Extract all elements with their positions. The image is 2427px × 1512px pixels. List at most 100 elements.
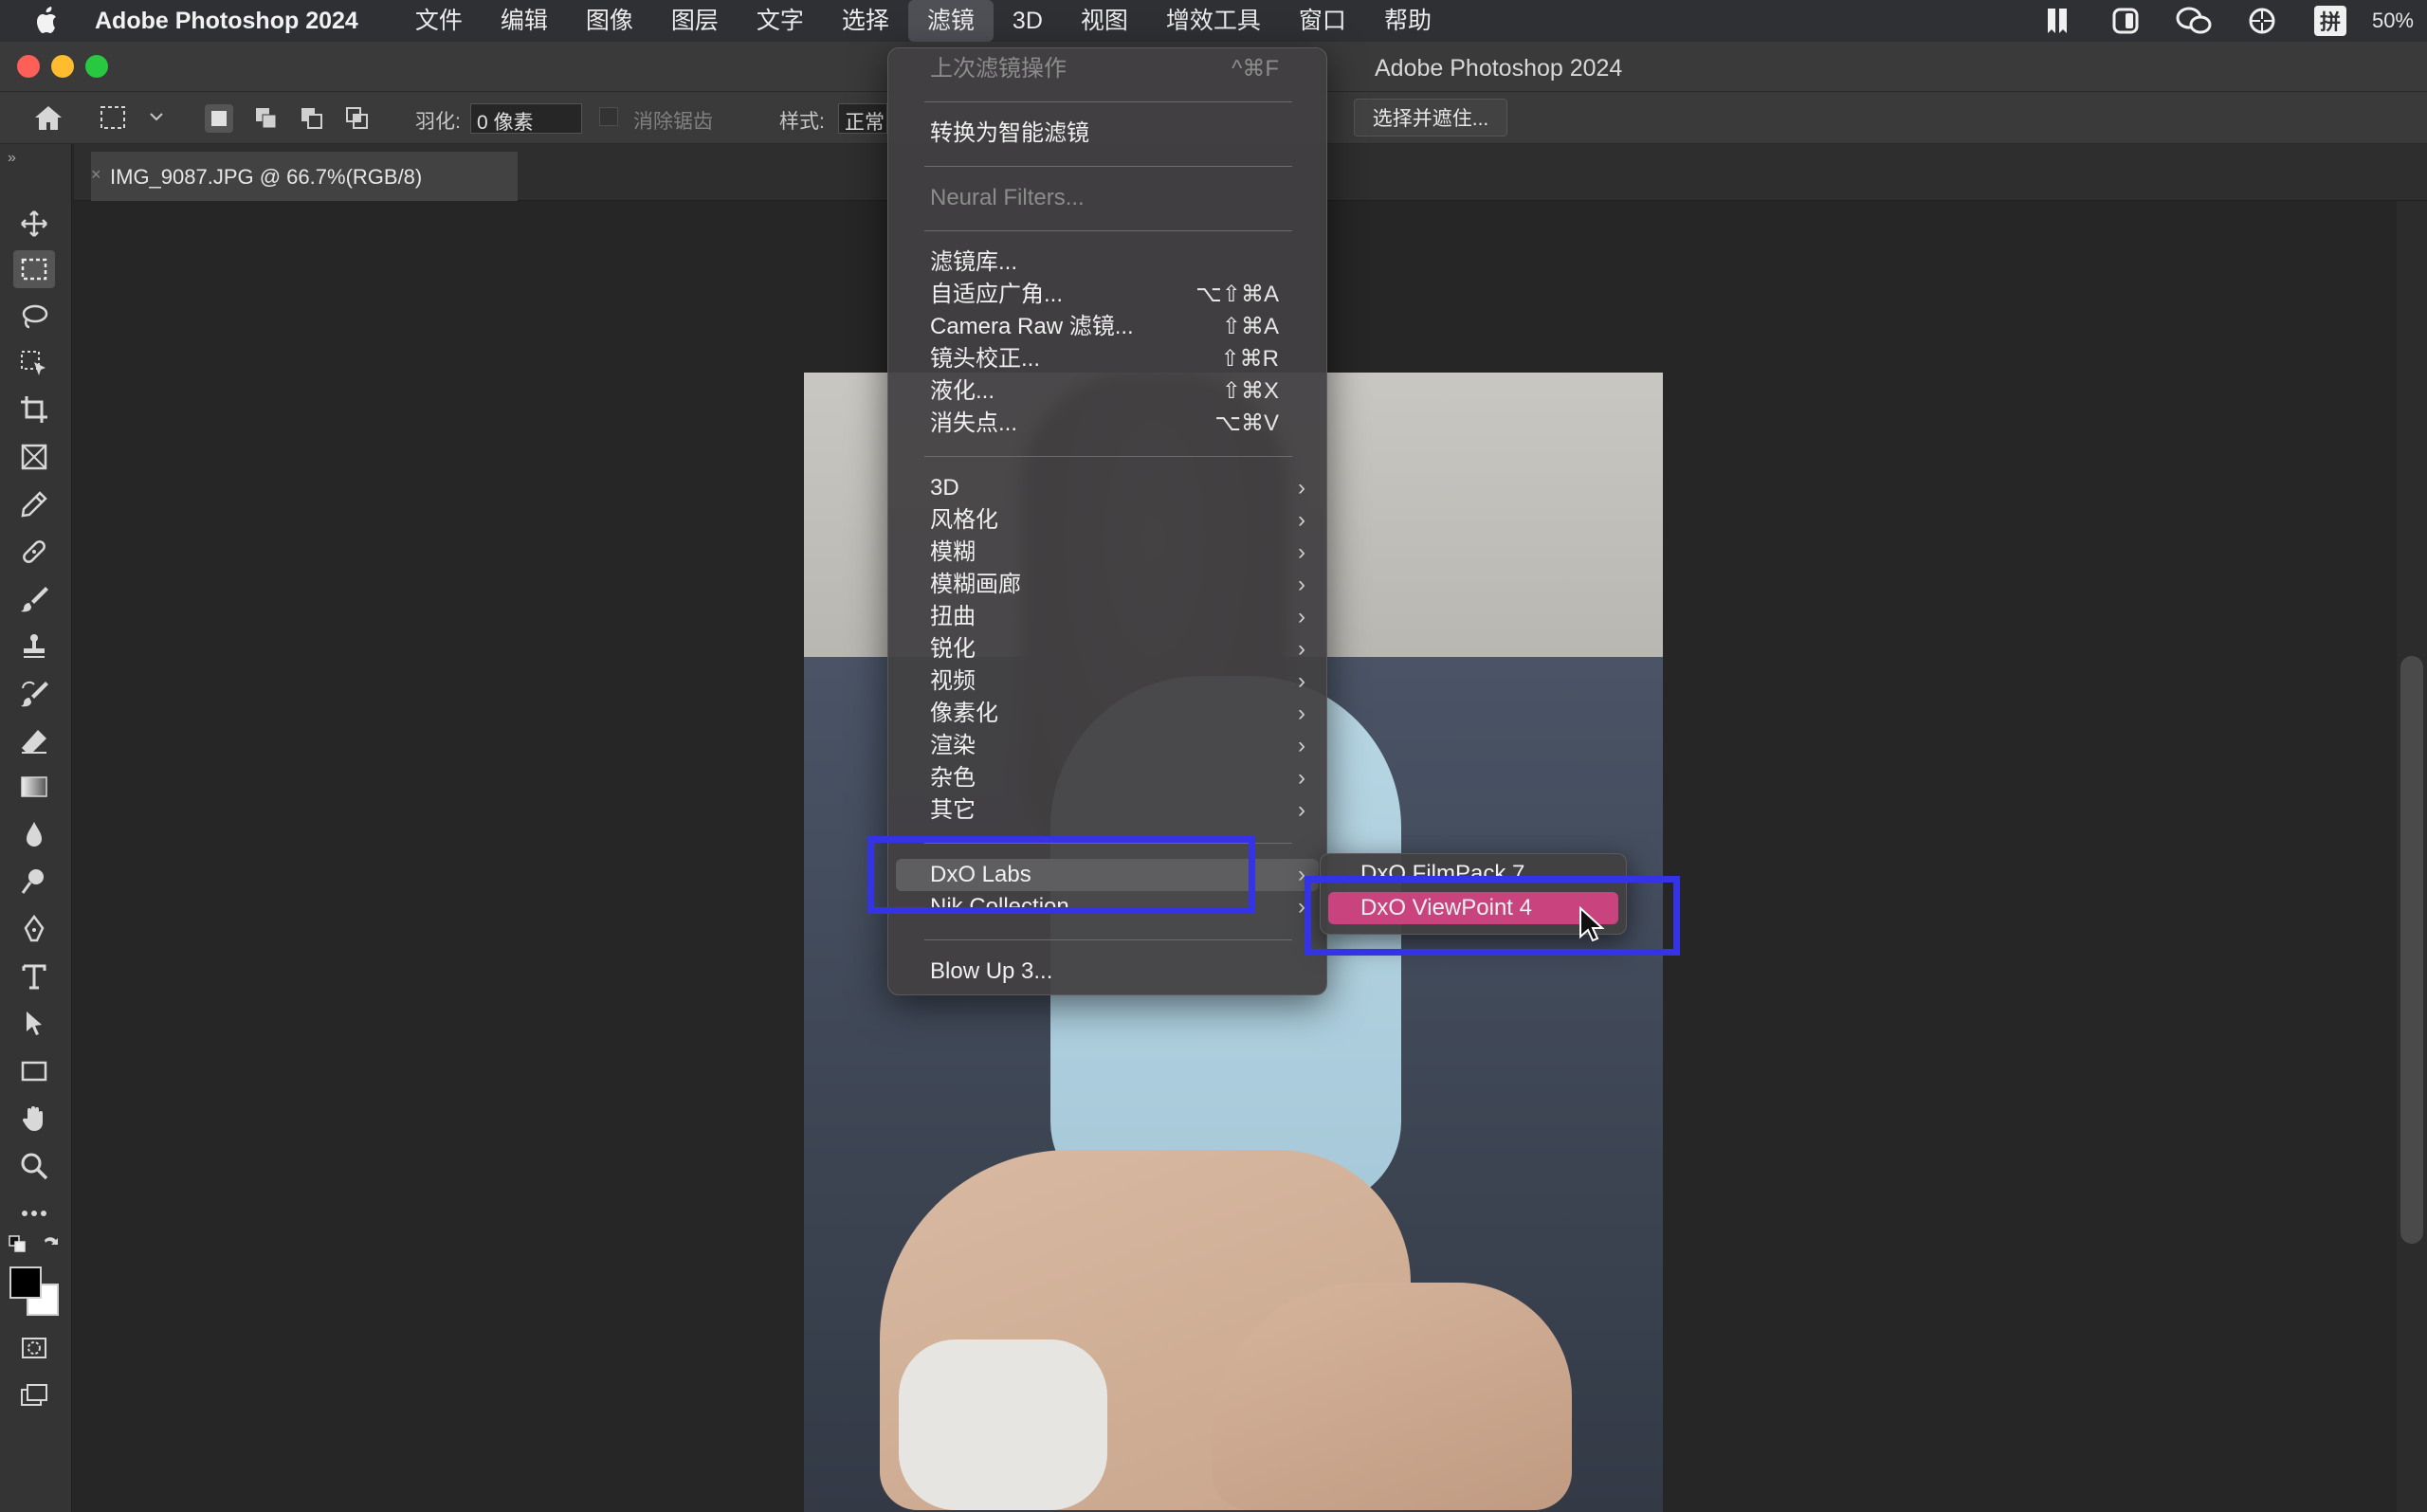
chevron-right-icon: › [1298, 636, 1305, 662]
menu-item-other[interactable]: 其它 › [888, 794, 1326, 827]
menu-item-shortcut: ⇧⌘X [1221, 378, 1279, 404]
style-label: 样式: [779, 111, 825, 133]
close-window-button[interactable] [17, 55, 40, 78]
quick-mask-icon[interactable] [13, 1329, 55, 1367]
swap-colors-icon[interactable] [40, 1232, 63, 1260]
brush-tool-icon[interactable] [13, 580, 55, 618]
menu-view[interactable]: 视图 [1062, 0, 1147, 42]
rectangle-tool-icon[interactable] [13, 1052, 55, 1090]
macos-menu-bar: Adobe Photoshop 2024 文件 编辑 图像 图层 文字 选择 滤… [0, 0, 2427, 42]
screen-mode-icon[interactable] [13, 1376, 55, 1414]
menu-3d[interactable]: 3D [994, 0, 1062, 42]
antialias-checkbox[interactable] [599, 107, 618, 126]
menu-item-sharpen[interactable]: 锐化 › [888, 633, 1326, 665]
foreground-color-swatch[interactable] [9, 1266, 42, 1299]
document-tab-label: IMG_9087.JPG @ 66.7%(RGB/8) [110, 165, 423, 189]
menu-layer[interactable]: 图层 [652, 0, 738, 42]
menu-item-blur-gallery[interactable]: 模糊画廊 › [888, 569, 1326, 601]
menu-select[interactable]: 选择 [823, 0, 908, 42]
apple-icon[interactable] [0, 0, 95, 42]
select-and-mask-button[interactable]: 选择并遮住... [1354, 99, 1507, 137]
more-tools-icon[interactable] [13, 1194, 55, 1232]
menu-item-adaptive-wide-angle[interactable]: 自适应广角... ⌥⇧⌘A [888, 279, 1326, 311]
menu-item-camera-raw[interactable]: Camera Raw 滤镜... ⇧⌘A [888, 311, 1326, 343]
feather-label: 羽化: [415, 111, 461, 133]
menu-item-stylize[interactable]: 风格化 › [888, 504, 1326, 537]
menu-edit[interactable]: 编辑 [482, 0, 567, 42]
menu-item-3d[interactable]: 3D › [888, 472, 1326, 504]
menu-type[interactable]: 文字 [738, 0, 823, 42]
menu-item-neural-filters[interactable]: Neural Filters... [888, 182, 1326, 214]
menu-item-video[interactable]: 视频 › [888, 665, 1326, 698]
intersect-selection-button[interactable] [343, 104, 372, 133]
menu-plugins[interactable]: 增效工具 [1147, 0, 1280, 42]
dodge-tool-icon[interactable] [13, 863, 55, 901]
healing-brush-tool-icon[interactable] [13, 533, 55, 571]
menu-item-distort[interactable]: 扭曲 › [888, 601, 1326, 633]
menu-item-label: 其它 [930, 797, 976, 823]
path-selection-tool-icon[interactable] [13, 1005, 55, 1043]
clone-stamp-tool-icon[interactable] [13, 628, 55, 665]
close-tab-icon[interactable]: × [91, 165, 101, 185]
menu-item-vanishing-point[interactable]: 消失点... ⌥⌘V [888, 408, 1326, 440]
menu-image[interactable]: 图像 [567, 0, 652, 42]
new-selection-button[interactable] [205, 104, 233, 133]
scrollbar-thumb[interactable] [2400, 656, 2423, 1244]
hand-tool-icon[interactable] [13, 1100, 55, 1138]
menu-filter[interactable]: 滤镜 [907, 0, 994, 42]
input-method-icon[interactable]: 拼 [2296, 0, 2364, 42]
type-tool-icon[interactable] [13, 957, 55, 995]
menu-item-filter-gallery[interactable]: 滤镜库... [888, 246, 1326, 279]
menu-item-blur[interactable]: 模糊 › [888, 537, 1326, 569]
rectangular-marquee-tool-icon[interactable] [13, 250, 55, 288]
menu-item-label: Blow Up 3... [930, 958, 1053, 984]
lasso-tool-icon[interactable] [13, 298, 55, 336]
app-menu-name[interactable]: Adobe Photoshop 2024 [95, 8, 358, 35]
battery-percent[interactable]: 50% [2364, 9, 2427, 33]
vertical-scrollbar[interactable] [2397, 201, 2427, 1512]
document-tab[interactable]: × IMG_9087.JPG @ 66.7%(RGB/8) [91, 152, 518, 201]
move-tool-icon[interactable] [13, 205, 55, 243]
crop-tool-icon[interactable] [13, 391, 55, 428]
menu-item-lens-correction[interactable]: 镜头校正... ⇧⌘R [888, 343, 1326, 375]
menu-item-label: 液化... [930, 378, 995, 404]
eyedropper-tool-icon[interactable] [13, 485, 55, 523]
chevron-down-icon[interactable] [148, 105, 165, 134]
device-icon[interactable] [2091, 0, 2160, 42]
expand-panel-icon[interactable]: » [8, 150, 16, 167]
gradient-tool-icon[interactable] [13, 768, 55, 806]
default-colors-icon[interactable] [8, 1234, 28, 1260]
subtract-selection-button[interactable] [298, 104, 326, 133]
aperture-icon[interactable] [2228, 0, 2296, 42]
eraser-tool-icon[interactable] [13, 722, 55, 760]
marquee-preset-icon[interactable] [99, 101, 140, 136]
menu-item-convert-smart-filters[interactable]: 转换为智能滤镜 [888, 118, 1326, 150]
input-method-label: 拼 [2313, 6, 2346, 36]
menu-file[interactable]: 文件 [396, 0, 482, 42]
menu-window[interactable]: 窗口 [1280, 0, 1365, 42]
menu-item-label: 杂色 [930, 765, 976, 791]
menu-item-blow-up[interactable]: Blow Up 3... [888, 956, 1326, 988]
menu-help[interactable]: 帮助 [1365, 0, 1451, 42]
zoom-tool-icon[interactable] [13, 1147, 55, 1185]
menu-item-render[interactable]: 渲染 › [888, 730, 1326, 762]
object-selection-tool-icon[interactable] [13, 345, 55, 383]
menu-item-last-filter[interactable]: 上次滤镜操作 ^⌘F [888, 53, 1326, 85]
menu-item-pixelate[interactable]: 像素化 › [888, 698, 1326, 730]
pen-tool-icon[interactable] [13, 910, 55, 948]
history-brush-tool-icon[interactable] [13, 675, 55, 713]
wechat-icon[interactable] [2160, 0, 2228, 42]
feather-input[interactable]: 0 像素 [470, 103, 582, 134]
home-icon[interactable] [32, 103, 64, 139]
menu-item-liquify[interactable]: 液化... ⇧⌘X [888, 375, 1326, 408]
add-selection-button[interactable] [252, 104, 281, 133]
zoom-window-button[interactable] [85, 55, 108, 78]
frame-tool-icon[interactable] [13, 438, 55, 476]
menu-item-label: 像素化 [930, 701, 998, 726]
menu-item-noise[interactable]: 杂色 › [888, 762, 1326, 794]
bookmark-icon[interactable] [2023, 0, 2091, 42]
blur-tool-icon[interactable] [13, 815, 55, 853]
chevron-right-icon: › [1298, 701, 1305, 726]
style-select[interactable]: 正常 [838, 103, 887, 134]
minimize-window-button[interactable] [51, 55, 74, 78]
